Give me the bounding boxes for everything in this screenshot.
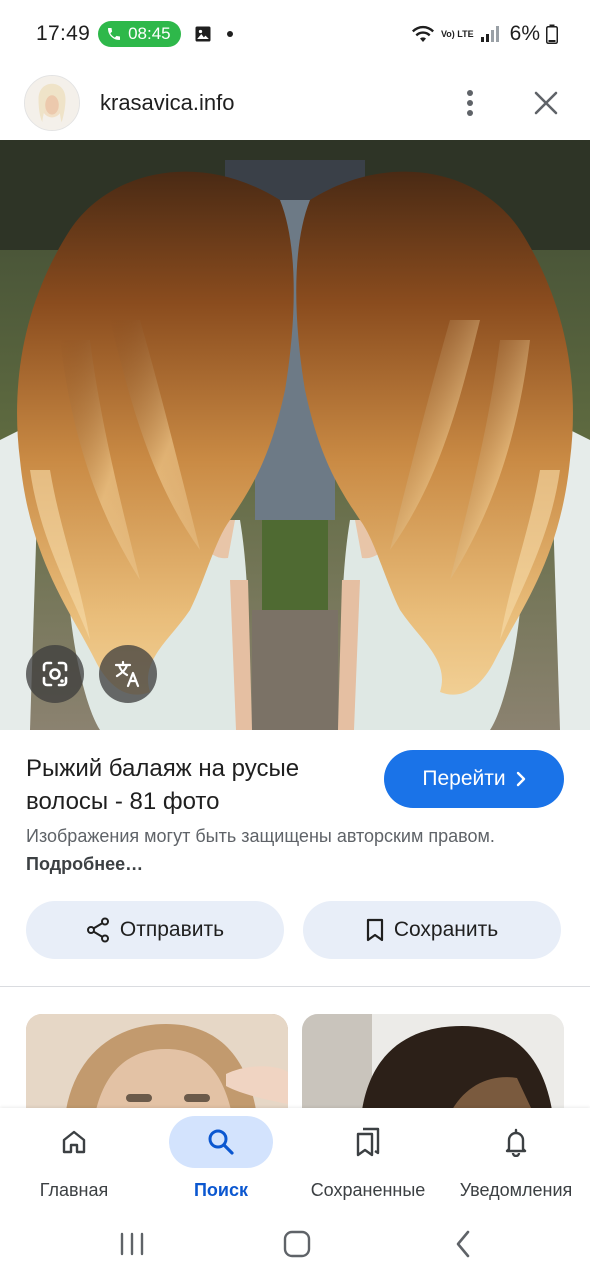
bookmark-icon: [366, 918, 383, 942]
result-title[interactable]: Рыжий балаяж на русые волосы - 81 фото: [26, 752, 356, 818]
site-name[interactable]: krasavica.info: [100, 90, 235, 116]
nav-saved-icon-wrap: [316, 1116, 420, 1168]
recents-button[interactable]: [102, 1224, 162, 1264]
nav-item-saved[interactable]: Сохраненные: [300, 1108, 436, 1210]
section-divider: [0, 986, 590, 987]
signal-icon: [480, 26, 499, 42]
translate-icon: [114, 660, 140, 688]
visit-button[interactable]: Перейти: [384, 750, 564, 808]
copyright-notice: Изображения могут быть защищены авторски…: [26, 822, 546, 878]
site-favicon-icon: [25, 76, 79, 130]
visit-button-label: Перейти: [422, 767, 506, 790]
more-options-button[interactable]: [450, 83, 490, 123]
status-right: Vo) LTE 6%: [411, 22, 558, 46]
close-icon: [534, 91, 558, 115]
more-notifications-dot: [226, 31, 233, 37]
status-bar: 17:49 08:45 Vo) LTE 6%: [0, 0, 590, 68]
battery-percentage: 6%: [509, 22, 540, 45]
nav-item-search[interactable]: Поиск: [169, 1108, 273, 1210]
save-button-label: Сохранить: [393, 918, 499, 941]
related-photo-image: [26, 1014, 288, 1110]
learn-more-link[interactable]: Подробнее…: [26, 854, 143, 874]
wifi-icon: [411, 25, 434, 42]
bottom-navigation: Главная Поиск Сохраненные Уведомления: [0, 1108, 590, 1210]
system-navigation-bar: [0, 1210, 590, 1280]
result-image[interactable]: [0, 140, 590, 730]
phone-icon: [108, 28, 121, 40]
nav-item-home[interactable]: Главная: [22, 1108, 126, 1210]
translate-button[interactable]: [99, 645, 157, 703]
nav-label-saved: Сохраненные: [310, 1180, 426, 1200]
home-icon: [62, 1130, 86, 1154]
related-photo-image: [302, 1014, 564, 1110]
nav-notif-icon-wrap: [464, 1116, 568, 1168]
nav-search-icon-wrap: [169, 1116, 273, 1168]
hair-photo-image: [0, 140, 590, 730]
home-square-icon: [283, 1230, 311, 1258]
nav-label-home: Главная: [39, 1180, 109, 1200]
site-avatar[interactable]: [24, 75, 80, 131]
related-image-2[interactable]: [302, 1014, 564, 1110]
system-home-button[interactable]: [267, 1224, 327, 1264]
share-button[interactable]: Отправить: [26, 901, 284, 959]
chevron-right-icon: [516, 771, 525, 787]
collections-icon: [356, 1127, 380, 1157]
search-icon: [208, 1129, 234, 1155]
status-time: 17:49: [36, 22, 91, 45]
back-button[interactable]: [433, 1224, 493, 1264]
viewer-header: krasavica.info: [0, 68, 590, 138]
save-button[interactable]: Сохранить: [303, 901, 561, 959]
copyright-text: Изображения могут быть защищены авторски…: [26, 826, 495, 846]
nav-home-icon-wrap: [22, 1116, 126, 1168]
close-button[interactable]: [526, 83, 566, 123]
share-button-label: Отправить: [119, 918, 225, 941]
google-lens-button[interactable]: [26, 645, 84, 703]
more-vert-icon: [467, 90, 473, 116]
back-chevron-icon: [456, 1230, 470, 1258]
gallery-notification-icon: [193, 24, 213, 44]
call-duration: 08:45: [128, 24, 171, 43]
nav-label-notifications: Уведомления: [459, 1180, 573, 1200]
ongoing-call-pill[interactable]: 08:45: [98, 21, 181, 47]
nav-label-search: Поиск: [193, 1180, 249, 1200]
nav-item-notifications[interactable]: Уведомления: [450, 1108, 582, 1210]
lens-icon: [42, 661, 68, 687]
bell-icon: [505, 1128, 527, 1157]
share-icon: [86, 917, 109, 943]
recents-icon: [120, 1232, 144, 1256]
related-image-1[interactable]: [26, 1014, 288, 1110]
volte-indicator: Vo) LTE: [440, 29, 474, 39]
battery-icon: [546, 24, 558, 44]
